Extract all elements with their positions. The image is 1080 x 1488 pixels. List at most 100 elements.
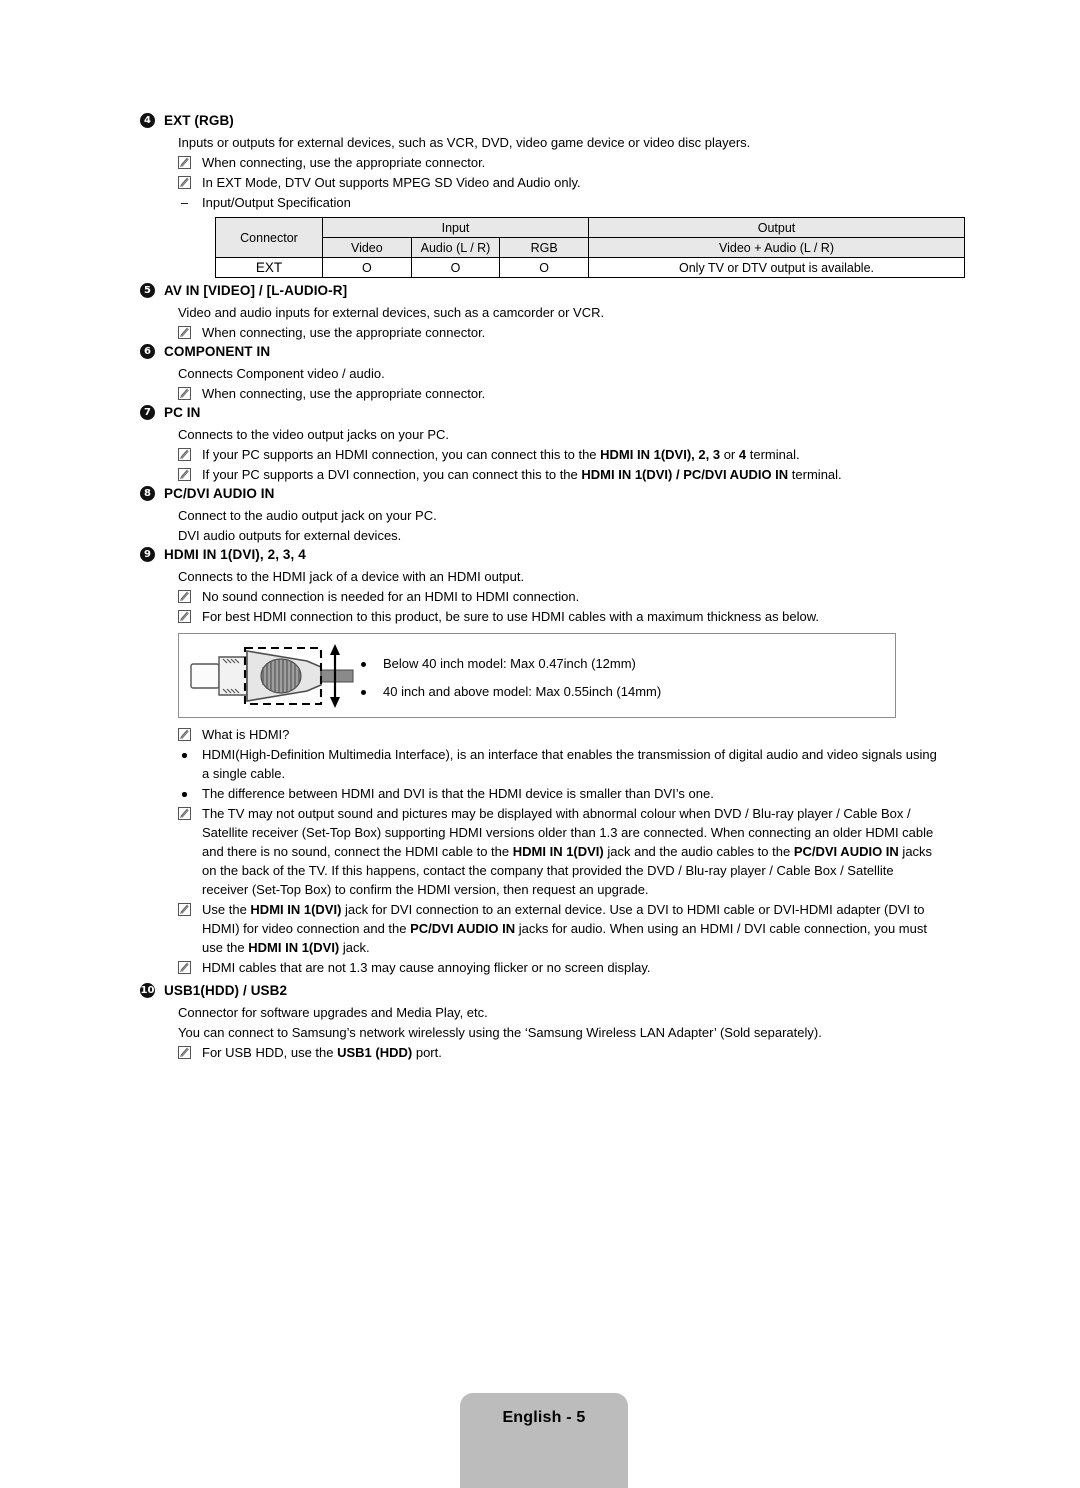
note-pencil-icon: [178, 610, 191, 623]
header-input: Input: [322, 217, 589, 238]
bullet-text: The difference between HDMI and DVI is t…: [202, 786, 714, 801]
section-number-badge: 7: [140, 405, 155, 420]
note-text: When connecting, use the appropriate con…: [202, 386, 486, 401]
section-intro-2: DVI audio outputs for external devices.: [178, 528, 402, 543]
section-heading: 4 EXT (RGB): [140, 112, 940, 130]
note-part: terminal.: [788, 467, 842, 482]
note-row: For best HDMI connection to this product…: [178, 607, 940, 626]
header-video: Video: [322, 237, 412, 258]
header-connector: Connector: [215, 217, 323, 258]
section-intro: Connects to the HDMI jack of a device wi…: [178, 569, 525, 584]
section-heading: 8 PC/DVI AUDIO IN: [140, 485, 940, 503]
note-text: HDMI cables that are not 1.3 may cause a…: [202, 960, 651, 975]
note-row: In EXT Mode, DTV Out supports MPEG SD Vi…: [178, 173, 940, 192]
note-row: When connecting, use the appropriate con…: [178, 323, 940, 342]
hdmi-connector-illustration: [189, 637, 361, 718]
note-row: When connecting, use the appropriate con…: [178, 384, 940, 403]
page-number-label: English - 5: [502, 1409, 586, 1426]
note-text: In EXT Mode, DTV Out supports MPEG SD Vi…: [202, 175, 581, 190]
note-part: For USB HDD, use the: [202, 1045, 338, 1060]
note-row-flicker: HDMI cables that are not 1.3 may cause a…: [178, 958, 940, 977]
note-bold-pc-dvi-audio-in: PC/DVI AUDIO IN: [410, 921, 516, 936]
spec-table-wrapper: Connector Input Output Video Audio (L / …: [215, 217, 965, 278]
header-rgb: RGB: [499, 237, 589, 258]
note-bold-dvi-234: (DVI), 2, 3: [660, 447, 721, 462]
note-pencil-icon: [178, 326, 191, 339]
section-heading: 6 COMPONENT IN: [140, 343, 940, 361]
note-pencil-icon: [178, 961, 191, 974]
note-row-tv-sound: The TV may not output sound and pictures…: [178, 804, 940, 899]
note-text: For best HDMI connection to this product…: [202, 609, 820, 624]
note-row: If your PC supports an HDMI connection, …: [178, 445, 940, 464]
section-ext-rgb: 4 EXT (RGB) Inputs or outputs for extern…: [140, 112, 965, 278]
note-pencil-icon: [178, 156, 191, 169]
note-text: What is HDMI?: [202, 727, 290, 742]
section-title: PC/DVI AUDIO IN: [164, 486, 275, 501]
note-part: jack.: [339, 940, 370, 955]
header-video-audio-out: Video + Audio (L / R): [588, 237, 965, 258]
note-part: If your PC supports an HDMI connection, …: [202, 447, 601, 462]
cell-rgb: O: [499, 257, 589, 278]
bullet-text: HDMI(High-Definition Multimedia Interfac…: [202, 747, 937, 781]
section-number-badge: 9: [140, 547, 155, 562]
note-part: jack and the audio cables to the: [603, 844, 794, 859]
section-title: COMPONENT IN: [164, 344, 271, 359]
bullet-dot-icon: [361, 678, 383, 695]
note-row-what-is-hdmi: What is HDMI?: [178, 725, 940, 744]
page-content: 4 EXT (RGB) Inputs or outputs for extern…: [140, 112, 965, 1063]
section-number-badge: 6: [140, 344, 155, 359]
table-header-row-1: Connector Input Output: [215, 217, 965, 258]
note-text: No sound connection is needed for an HDM…: [202, 589, 580, 604]
section-component-in: 6 COMPONENT IN Connects Component video …: [140, 343, 940, 403]
io-spec-table: Connector Input Output Video Audio (L / …: [215, 217, 965, 278]
note-pencil-icon: [178, 903, 191, 916]
section-intro: Connect to the audio output jack on your…: [178, 508, 437, 523]
note-part: port.: [412, 1045, 442, 1060]
section-intro: Connector for software upgrades and Medi…: [178, 1005, 488, 1020]
section-heading: 7 PC IN: [140, 404, 940, 422]
note-part: terminal.: [746, 447, 800, 462]
note-bold-hdmi-in-1-dvi: HDMI IN 1(DVI): [250, 902, 342, 917]
section-number-badge: 8: [140, 486, 155, 501]
header-audio: Audio (L / R): [410, 237, 501, 258]
section-title: HDMI IN 1(DVI), 2, 3, 4: [164, 547, 306, 562]
section-av-in: 5 AV IN [VIDEO] / [L-AUDIO-R] Video and …: [140, 282, 940, 342]
section-heading: 9 HDMI IN 1(DVI), 2, 3, 4: [140, 546, 940, 564]
note-pencil-icon: [178, 590, 191, 603]
cable-thickness-text: Below 40 inch model: Max 0.47inch (12mm): [383, 656, 636, 671]
note-row: No sound connection is needed for an HDM…: [178, 587, 940, 606]
note-pencil-icon: [178, 728, 191, 741]
hdmi-cable-thickness-figure: Below 40 inch model: Max 0.47inch (12mm)…: [178, 633, 896, 718]
note-pencil-icon: [178, 807, 191, 820]
note-pencil-icon: [178, 1046, 191, 1059]
manual-page: 4 EXT (RGB) Inputs or outputs for extern…: [0, 0, 1080, 1488]
section-number-badge: 5: [140, 283, 155, 298]
cable-thickness-list: Below 40 inch model: Max 0.47inch (12mm)…: [361, 650, 661, 706]
bullet-dot-icon: [178, 784, 191, 797]
bullet-dot-icon: [178, 745, 191, 758]
note-row-dvi-adapter: Use the HDMI IN 1(DVI) jack for DVI conn…: [178, 900, 940, 957]
section-intro: Inputs or outputs for external devices, …: [178, 135, 751, 150]
section-pc-dvi-audio-in: 8 PC/DVI AUDIO IN Connect to the audio o…: [140, 485, 940, 545]
note-row-usb-hdd: For USB HDD, use the USB1 (HDD) port.: [178, 1043, 940, 1062]
section-heading: 10 USB1(HDD) / USB2: [140, 982, 940, 1000]
note-bold-pc-dvi-audio-in: PC/DVI AUDIO IN: [793, 844, 899, 859]
section-pc-in: 7 PC IN Connects to the video output jac…: [140, 404, 940, 484]
dash-row: – Input/Output Specification: [178, 193, 940, 212]
page-footer-badge: English - 5: [460, 1393, 628, 1488]
section-heading: 5 AV IN [VIDEO] / [L-AUDIO-R]: [140, 282, 940, 300]
note-pencil-icon: [178, 448, 191, 461]
section-intro: Video and audio inputs for external devi…: [178, 305, 605, 320]
note-row: When connecting, use the appropriate con…: [178, 153, 940, 172]
note-bold-hdmi-in-1-dvi: HDMI IN 1(DVI): [248, 940, 340, 955]
note-bold-usb1-hdd: USB1 (HDD): [337, 1045, 413, 1060]
section-hdmi-in: 9 HDMI IN 1(DVI), 2, 3, 4 Connects to th…: [140, 546, 940, 977]
note-text: When connecting, use the appropriate con…: [202, 155, 486, 170]
note-text: For USB HDD, use the USB1 (HDD) port.: [202, 1043, 940, 1062]
note-part: If your PC supports a DVI connection, yo…: [202, 467, 582, 482]
section-title: AV IN [VIDEO] / [L-AUDIO-R]: [164, 283, 348, 298]
note-bold-hdmi-in-1-dvi: HDMI IN 1(DVI): [512, 844, 604, 859]
list-item: 40 inch and above model: Max 0.55inch (1…: [361, 678, 661, 706]
section-number-badge: 4: [140, 113, 155, 128]
note-row: If your PC supports a DVI connection, yo…: [178, 465, 940, 484]
